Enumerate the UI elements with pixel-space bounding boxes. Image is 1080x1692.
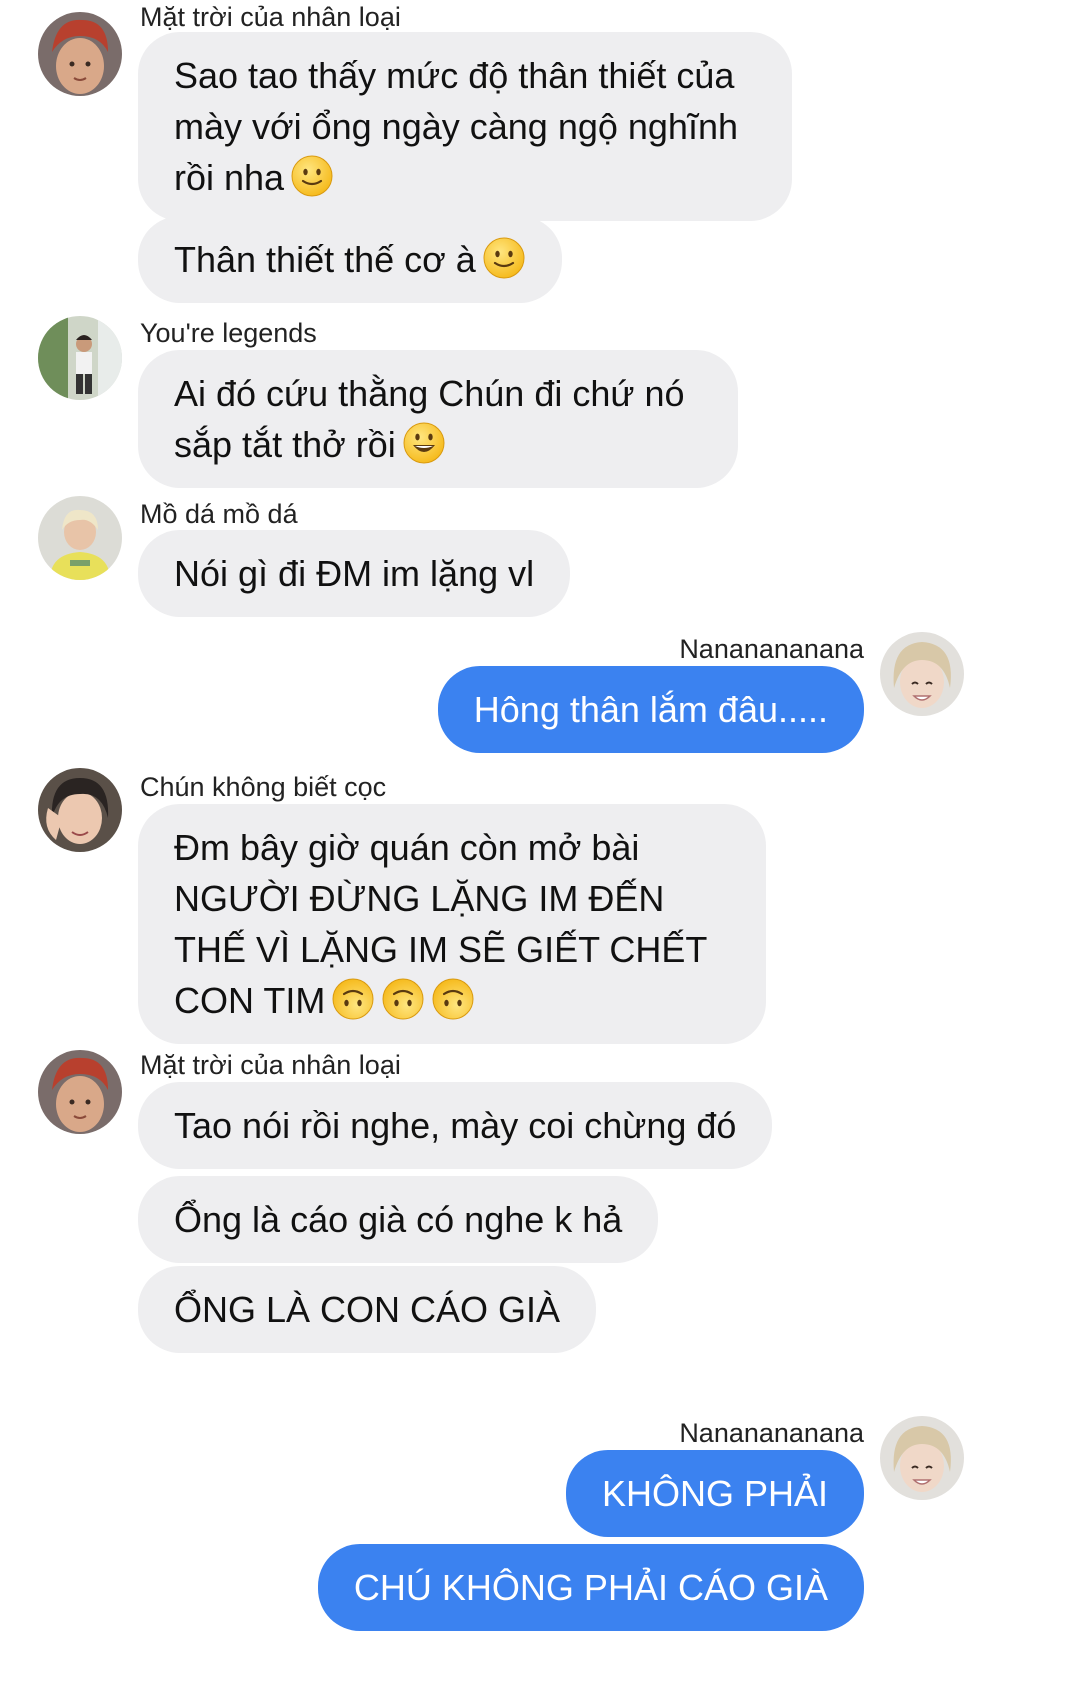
sender-name: Nananananana [679,634,864,664]
avatar-nananananana[interactable] [880,632,964,716]
message-text: Hông thân lắm đâu..... [473,689,828,730]
sender-name: Mặt trời của nhân loại [140,2,401,32]
message-bubble-outgoing[interactable]: Hông thân lắm đâu..... [437,666,864,753]
message-bubble-outgoing[interactable]: KHÔNG PHẢI [565,1450,864,1537]
slightly-smiling-face-icon [482,236,526,280]
sender-name: Mồ dá mồ dá [140,499,298,529]
grinning-face-icon [402,421,446,465]
message-bubble-outgoing[interactable]: CHÚ KHÔNG PHẢI CÁO GIÀ [317,1544,864,1631]
avatar-mat-troi[interactable] [38,1050,122,1134]
message-bubble[interactable]: Tao nói rồi nghe, mày coi chừng đó [138,1082,773,1169]
avatar-mat-troi[interactable] [38,12,122,96]
sender-name: You're legends [140,318,317,348]
avatar-mo-da[interactable] [38,496,122,580]
upside-down-face-icon [331,977,375,1021]
upside-down-face-icon [431,977,475,1021]
message-bubble[interactable]: Ổng là cáo già có nghe k hả [138,1176,659,1263]
message-text: ỔNG LÀ CON CÁO GIÀ [174,1289,561,1330]
message-text: Nói gì đi ĐM im lặng vl [174,553,535,594]
message-bubble[interactable]: Nói gì đi ĐM im lặng vl [138,530,571,617]
avatar-chun[interactable] [38,768,122,852]
message-bubble[interactable]: Thân thiết thế cơ à [138,216,562,303]
sender-name: Chún không biết cọc [140,772,387,802]
message-text: Ổng là cáo già có nghe k hả [174,1199,623,1240]
sender-name: Nananananana [679,1418,864,1448]
message-text: Thân thiết thế cơ à [174,239,476,280]
message-bubble[interactable]: Ai đó cứu thằng Chún đi chứ nó sắp tắt t… [138,350,738,488]
message-text: Sao tao thấy mức độ thân thiết của mày v… [174,55,738,198]
message-bubble[interactable]: ỔNG LÀ CON CÁO GIÀ [138,1266,597,1353]
avatar-youre-legends[interactable] [38,316,122,400]
message-text: Tao nói rồi nghe, mày coi chừng đó [174,1105,737,1146]
message-bubble[interactable]: Sao tao thấy mức độ thân thiết của mày v… [138,32,792,221]
message-text: CHÚ KHÔNG PHẢI CÁO GIÀ [353,1567,828,1608]
avatar-nananananana[interactable] [880,1416,964,1500]
message-text: KHÔNG PHẢI [601,1473,828,1514]
upside-down-face-icon [381,977,425,1021]
message-bubble[interactable]: Đm bây giờ quán còn mở bài NGƯỜI ĐỪNG LẶ… [138,804,766,1044]
slightly-smiling-face-icon [290,154,334,198]
sender-name: Mặt trời của nhân loại [140,1050,401,1080]
